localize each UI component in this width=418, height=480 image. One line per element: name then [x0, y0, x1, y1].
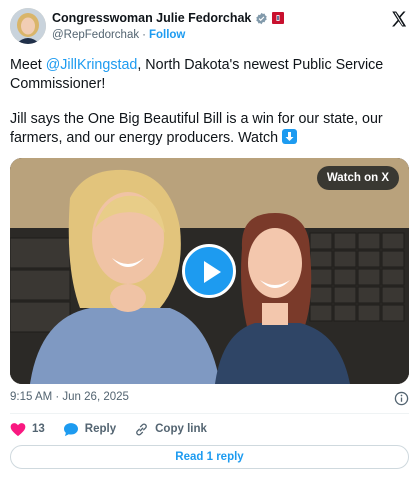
tweet-text-segment: Meet [10, 57, 46, 73]
watch-on-x-button[interactable]: Watch on X [316, 166, 399, 190]
play-button[interactable] [182, 244, 236, 298]
follow-button[interactable]: Follow [149, 29, 185, 41]
author-display-name[interactable]: Congresswoman Julie Fedorchak [52, 11, 251, 25]
tweet-header: Congresswoman Julie Fedorchak @RepFedorc… [10, 8, 408, 46]
action-bar: 13 Reply Copy link [10, 420, 225, 438]
copy-link-icon [136, 423, 147, 435]
reply-button[interactable]: Reply [63, 422, 116, 437]
x-logo-icon[interactable] [390, 10, 408, 28]
author-handle[interactable]: @RepFedorchak [52, 29, 139, 41]
like-count: 13 [32, 423, 45, 435]
video-player[interactable]: Watch on X [10, 158, 409, 384]
down-arrow-emoji-icon [282, 129, 298, 144]
avatar[interactable] [10, 8, 46, 44]
tweet-meta: 9:15 AM · Jun 26, 2025 [10, 391, 409, 407]
info-icon[interactable] [394, 391, 409, 406]
tweet-text-segment: Jill says the One Big Beautiful Bill is … [10, 111, 383, 146]
reply-bubble-icon [63, 422, 78, 436]
mention-link[interactable]: @JillKringstad [46, 57, 138, 73]
reply-label: Reply [84, 423, 117, 435]
verified-badge-icon [256, 12, 268, 24]
tweet-paragraph-2: Jill says the One Big Beautiful Bill is … [10, 110, 410, 148]
timestamp-link[interactable]: 9:15 AM · Jun 26, 2025 [10, 391, 129, 403]
tweet-paragraph-1: Meet @JillKringstad, North Dakota's newe… [10, 56, 410, 94]
play-icon [204, 261, 221, 283]
copy-link-label: Copy link [155, 423, 207, 435]
read-replies-button[interactable]: Read 1 reply [10, 445, 409, 469]
flag-icon [272, 12, 285, 24]
separator-dot: · [142, 29, 146, 41]
like-button[interactable]: 13 [10, 422, 45, 437]
heart-icon [10, 422, 26, 436]
tweet-embed-card: Congresswoman Julie Fedorchak @RepFedorc… [0, 0, 418, 480]
divider [10, 413, 409, 414]
copy-link-button[interactable]: Copy link [134, 422, 207, 437]
tweet-text: Meet @JillKringstad, North Dakota's newe… [10, 56, 410, 164]
